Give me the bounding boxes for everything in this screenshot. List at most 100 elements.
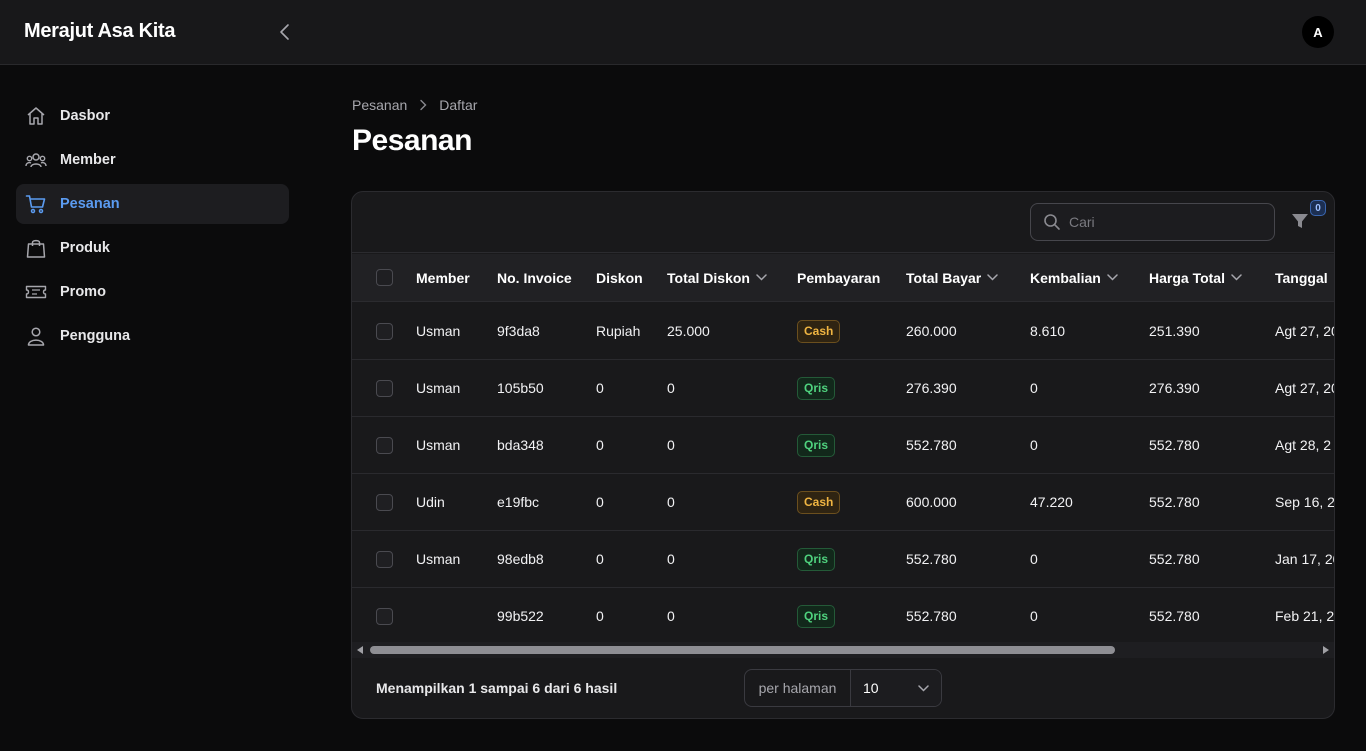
cell-harga-total: 276.390	[1149, 380, 1200, 396]
row-checkbox[interactable]	[376, 493, 393, 511]
chevron-down-icon	[1107, 274, 1118, 281]
cell-harga-total: 251.390	[1149, 323, 1200, 339]
column-header-member[interactable]: Member	[416, 254, 470, 301]
column-header-label: Kembalian	[1030, 269, 1101, 286]
column-header-label: Harga Total	[1149, 269, 1225, 286]
payment-badge: Qris	[797, 376, 836, 400]
per-page-select[interactable]: 10	[851, 670, 941, 706]
sidebar-item-pengguna[interactable]: Pengguna	[16, 316, 289, 356]
scroll-left-arrow-icon[interactable]	[357, 646, 363, 654]
breadcrumb-item[interactable]: Pesanan	[352, 97, 407, 113]
orders-table-card: 0 Member No. Invoice Diskon Total Diskon…	[351, 191, 1335, 719]
cart-icon	[25, 193, 47, 215]
filter-icon	[1292, 214, 1308, 228]
row-checkbox[interactable]	[376, 607, 393, 625]
row-checkbox[interactable]	[376, 322, 393, 340]
cell-kembalian: 0	[1030, 437, 1038, 453]
column-header-kembalian[interactable]: Kembalian	[1030, 254, 1118, 301]
column-header-invoice[interactable]: No. Invoice	[497, 254, 572, 301]
table-row[interactable]: 99b522 0 0 Qris 552.780 0 552.780 Feb 21, 2	[352, 588, 1335, 642]
filter-button[interactable]	[1289, 210, 1311, 232]
cell-member: Usman	[416, 323, 461, 339]
app-title[interactable]: Merajut Asa Kita	[24, 20, 175, 43]
table-row[interactable]: Usman bda348 0 0 Qris 552.780 0 552.780 Agt 28, …	[352, 417, 1334, 474]
table-row[interactable]: Udin e19fbc 0 0 Cash 600.000 47.220 552.780 Sep …	[352, 474, 1334, 531]
cell-diskon: 0	[596, 494, 604, 510]
sidebar-item-label: Pengguna	[60, 328, 131, 344]
cell-total-diskon: 0	[667, 551, 675, 567]
per-page-label: per halaman	[745, 670, 851, 706]
home-icon	[25, 105, 47, 127]
chevron-down-icon	[987, 274, 998, 281]
cell-pembayaran: Cash	[797, 303, 841, 359]
cell-total-diskon: 0	[667, 494, 675, 510]
cell-harga-total: 552.780	[1149, 551, 1200, 567]
payment-badge: Cash	[797, 490, 841, 514]
column-header-pembayaran[interactable]: Pembayaran	[797, 254, 880, 301]
column-header-diskon[interactable]: Diskon	[596, 254, 643, 301]
cell-harga-total: 552.780	[1149, 494, 1200, 510]
cell-total-bayar: 600.000	[906, 494, 957, 510]
table-row[interactable]: Usman 98edb8 0 0 Qris 552.780 0 552.780 Jan 17, …	[352, 531, 1334, 588]
sidebar-item-produk[interactable]: Produk	[16, 228, 289, 268]
cell-pembayaran: Qris	[797, 360, 836, 416]
sidebar-item-pesanan[interactable]: Pesanan	[16, 184, 289, 224]
sidebar-item-promo[interactable]: Promo	[16, 272, 289, 312]
cell-total-diskon: 25.000	[667, 323, 710, 339]
cell-tanggal: Feb 21, 2	[1275, 608, 1335, 624]
cell-invoice: 105b50	[497, 380, 544, 396]
row-checkbox[interactable]	[376, 550, 393, 568]
column-header-tanggal[interactable]: Tanggal	[1275, 254, 1328, 301]
collapse-sidebar-button[interactable]	[274, 21, 296, 43]
cell-total-diskon: 0	[667, 437, 675, 453]
cell-total-bayar: 552.780	[906, 551, 957, 567]
sidebar-item-label: Promo	[60, 284, 106, 300]
sidebar-item-member[interactable]: Member	[16, 140, 289, 180]
sidebar-item-dasbor[interactable]: Dasbor	[16, 96, 289, 136]
column-header-total-diskon[interactable]: Total Diskon	[667, 254, 767, 301]
chevron-left-icon	[280, 24, 289, 40]
cell-member: Usman	[416, 551, 461, 567]
cell-kembalian: 0	[1030, 608, 1038, 624]
cell-pembayaran: Qris	[797, 417, 836, 473]
user-icon	[25, 325, 47, 347]
cell-member: Udin	[416, 494, 445, 510]
cell-kembalian: 47.220	[1030, 494, 1073, 510]
cell-tanggal: Agt 27, 20	[1275, 380, 1335, 396]
row-checkbox[interactable]	[376, 436, 393, 454]
cell-kembalian: 8.610	[1030, 323, 1066, 339]
search-input[interactable]	[1069, 214, 1259, 230]
cell-total-diskon: 0	[667, 380, 675, 396]
cell-pembayaran: Qris	[797, 531, 836, 587]
search-icon	[1044, 214, 1060, 230]
column-header-harga-total[interactable]: Harga Total	[1149, 254, 1242, 301]
breadcrumb-item[interactable]: Daftar	[439, 97, 477, 113]
select-all-checkbox[interactable]	[376, 269, 393, 286]
sidebar-item-label: Produk	[60, 240, 110, 256]
users-icon	[25, 149, 47, 171]
scrollbar-thumb[interactable]	[370, 646, 1115, 654]
cell-harga-total: 552.780	[1149, 437, 1200, 453]
table-row[interactable]: Usman 9f3da8 Rupiah 25.000 Cash 260.000 8.610 2…	[352, 303, 1334, 360]
cell-member: Usman	[416, 437, 461, 453]
avatar[interactable]: A	[1302, 16, 1334, 48]
sidebar-item-label: Pesanan	[60, 196, 120, 212]
cell-harga-total: 552.780	[1149, 608, 1200, 624]
per-page-control[interactable]: per halaman 10	[744, 669, 942, 707]
table-row[interactable]: Usman 105b50 0 0 Qris 276.390 0 276.390 Agt 27, …	[352, 360, 1335, 417]
cell-total-bayar: 552.780	[906, 608, 957, 624]
cell-invoice: e19fbc	[497, 494, 540, 510]
table-header-row: Member No. Invoice Diskon Total Diskon P…	[352, 254, 1334, 302]
horizontal-scrollbar[interactable]	[352, 642, 1334, 658]
row-checkbox[interactable]	[376, 379, 393, 397]
search-field[interactable]	[1030, 203, 1275, 241]
column-header-total-bayar[interactable]: Total Bayar	[906, 254, 998, 301]
cell-pembayaran: Qris	[797, 588, 836, 642]
chevron-down-icon	[918, 684, 929, 692]
cell-invoice: bda348	[497, 437, 544, 453]
scroll-right-arrow-icon[interactable]	[1323, 646, 1329, 654]
cell-total-bayar: 260.000	[906, 323, 957, 339]
cell-diskon: Rupiah	[596, 323, 641, 339]
payment-badge: Qris	[797, 604, 836, 628]
ticket-icon	[25, 281, 47, 303]
